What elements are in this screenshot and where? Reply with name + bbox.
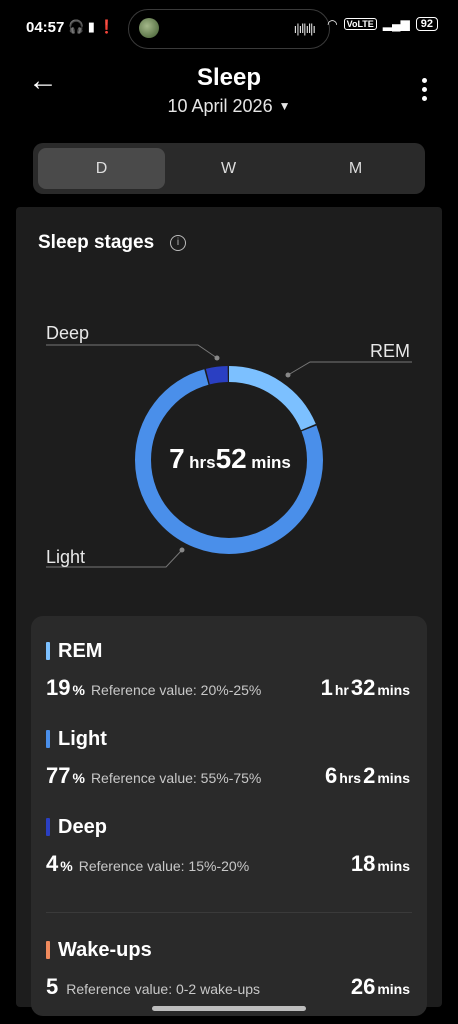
total-hours: 7	[169, 443, 185, 474]
status-icons: ◠ VoLTE ▂▄▆ 92	[327, 17, 438, 31]
stage-name-text: Wake-ups	[58, 939, 152, 961]
tab-week[interactable]: W	[165, 148, 292, 189]
stage-duration: 6 hrs2 mins	[325, 763, 412, 789]
stage-percent: 19	[46, 675, 71, 700]
more-options-icon[interactable]	[422, 78, 428, 105]
duration-unit: mins	[377, 682, 410, 698]
deep-chart-label: Deep	[46, 323, 90, 343]
stage-name: Wake-ups	[46, 939, 412, 962]
stage-row: Deep 4% Reference value: 15%-20% 18 mins	[46, 816, 412, 877]
reference-value: Reference value: 55%-75%	[90, 770, 262, 786]
duration-unit: hr	[334, 682, 349, 698]
stage-name-text: Deep	[58, 816, 107, 838]
reference-value: Reference value: 15%-20%	[78, 858, 250, 874]
battery-indicator: 92	[415, 17, 438, 31]
stage-name-text: Light	[58, 728, 107, 750]
duration-value: 26	[350, 974, 376, 999]
status-time: 04:57	[26, 19, 65, 36]
stage-name: REM	[46, 640, 412, 663]
audio-wave-icon: ı|ıl|ıl|ı	[293, 21, 316, 36]
deep-leader-dot	[214, 355, 220, 361]
stage-row: REM 19% Reference value: 20%-25% 1 hr32 mins	[46, 640, 412, 701]
stage-duration: 1 hr32 mins	[321, 675, 412, 701]
duration-value: 6	[325, 763, 338, 788]
home-indicator[interactable]	[152, 1006, 306, 1011]
album-art-icon	[139, 18, 159, 38]
light-leader-dot	[179, 547, 185, 553]
stage-percent: 5	[46, 974, 59, 999]
stage-percent-unit: %	[72, 682, 85, 698]
rem-chart-label: REM	[370, 341, 410, 361]
total-hours-unit: hrs	[189, 453, 216, 472]
divider	[46, 912, 412, 913]
reference-value: Reference value: 20%-25%	[90, 682, 262, 698]
duration-value: 32	[350, 675, 376, 700]
light-chart-label: Light	[46, 547, 86, 567]
stage-duration: 26 mins	[351, 974, 412, 1000]
stage-name-text: REM	[58, 640, 103, 662]
stage-stats: 5 Reference value: 0-2 wake-ups 26 mins	[46, 974, 412, 1000]
stage-percent-unit: %	[72, 770, 85, 786]
headphones-icon: 🎧 ▮ ❗	[68, 19, 115, 34]
tab-month[interactable]: M	[292, 148, 419, 189]
stage-stats: 19% Reference value: 20%-25% 1 hr32 mins	[46, 675, 412, 701]
page-title: Sleep	[196, 64, 262, 91]
duration-unit: hrs	[339, 770, 362, 786]
duration-value: 18	[350, 851, 376, 876]
stage-stats: 4% Reference value: 15%-20% 18 mins	[46, 851, 412, 877]
duration-unit: mins	[377, 981, 410, 997]
status-bar: 04:57 🎧 ▮ ❗ ı|ıl|ıl|ı ◠ VoLTE ▂▄▆ 92	[0, 0, 458, 58]
total-minutes: 52	[215, 443, 247, 474]
stage-row: Wake-ups 5 Reference value: 0-2 wake-ups 26…	[46, 939, 412, 1000]
wifi-icon: ◠	[327, 17, 338, 31]
dropdown-caret-icon: ▼	[278, 99, 291, 113]
deep-leader-line	[46, 344, 218, 359]
stage-color-bar	[46, 818, 50, 836]
stage-color-bar	[46, 941, 50, 959]
duration-value: 2	[363, 763, 376, 788]
duration-unit: mins	[377, 858, 410, 874]
date-selector[interactable]: 10 April 2026 ▼	[0, 96, 458, 117]
volte-badge: VoLTE	[343, 18, 377, 30]
signal-icon: ▂▄▆	[382, 17, 410, 31]
date-label: 10 April 2026	[167, 96, 273, 116]
stage-percent: 77	[46, 763, 71, 788]
rem-leader-dot	[285, 372, 291, 378]
stage-color-bar	[46, 642, 50, 660]
rem-leader-line	[287, 361, 412, 376]
reference-value: Reference value: 0-2 wake-ups	[66, 981, 261, 997]
stage-percent-unit: %	[60, 858, 73, 874]
tab-day[interactable]: D	[38, 148, 165, 189]
stage-name: Light	[46, 728, 412, 751]
stage-color-bar	[46, 730, 50, 748]
section-title: Sleep stages	[38, 232, 155, 253]
duration-value: 1	[320, 675, 333, 700]
info-icon[interactable]: i	[170, 235, 186, 251]
total-sleep: 7 hrs52 mins	[130, 443, 330, 475]
duration-unit: mins	[377, 770, 410, 786]
stage-name: Deep	[46, 816, 412, 839]
stage-duration: 18 mins	[351, 851, 412, 877]
stage-percent: 4	[46, 851, 59, 876]
dynamic-island: ı|ıl|ıl|ı	[128, 9, 330, 49]
period-tabs: D W M	[33, 143, 425, 194]
stage-row: Light 77% Reference value: 55%-75% 6 hrs2 min…	[46, 728, 412, 789]
total-minutes-unit: mins	[251, 453, 291, 472]
stage-stats: 77% Reference value: 55%-75% 6 hrs2 mins	[46, 763, 412, 789]
